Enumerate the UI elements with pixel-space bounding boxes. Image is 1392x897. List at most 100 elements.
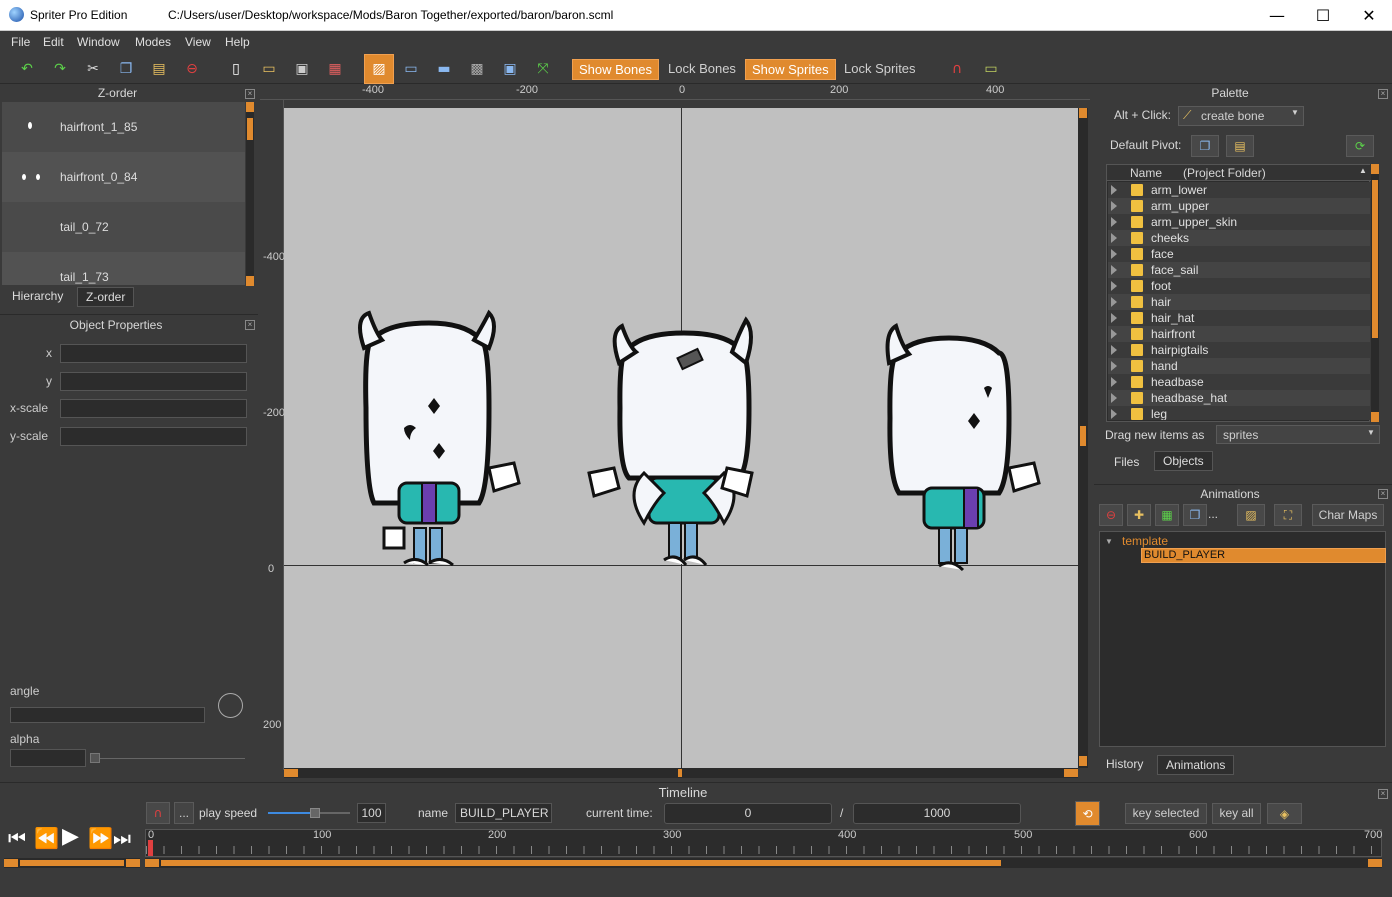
angle-dial-icon[interactable] xyxy=(218,693,243,718)
canvas-hscrollbar[interactable] xyxy=(284,768,1078,778)
menu-help[interactable]: Help xyxy=(225,35,250,49)
expand-arrow-icon[interactable] xyxy=(1111,233,1117,243)
animation-row-selected[interactable]: BUILD_PLAYER xyxy=(1141,548,1386,563)
show-bones-button[interactable]: Show Bones xyxy=(572,59,659,80)
folder-row[interactable]: headbase_hat xyxy=(1108,390,1370,406)
canvas-vscrollbar[interactable] xyxy=(1078,108,1088,768)
expand-arrow-icon[interactable] xyxy=(1111,249,1117,259)
folder-row[interactable]: hairpigtails xyxy=(1108,342,1370,358)
key-all-button[interactable]: key all xyxy=(1212,803,1261,824)
expand-arrow-icon[interactable] xyxy=(1111,409,1117,419)
x-field[interactable] xyxy=(60,344,247,363)
tab-animations[interactable]: Animations xyxy=(1157,755,1235,775)
current-time-field[interactable]: 0 xyxy=(664,803,832,824)
tab-objects[interactable]: Objects xyxy=(1154,451,1213,471)
expand-arrow-icon[interactable] xyxy=(1111,329,1117,339)
add-entity-icon[interactable]: ✚ xyxy=(1127,504,1151,526)
zorder-item[interactable]: hairfront_1_85 xyxy=(2,102,245,152)
playhead[interactable] xyxy=(148,840,153,856)
close-icon[interactable]: × xyxy=(245,320,255,330)
alpha-field[interactable] xyxy=(10,749,86,767)
alt-click-select[interactable]: create bone ⟋ ▼ xyxy=(1178,106,1304,126)
minimize-button[interactable]: — xyxy=(1254,0,1300,31)
save-icon[interactable]: ▣ xyxy=(290,57,314,81)
play-speed-handle[interactable] xyxy=(310,808,320,818)
last-frame-icon[interactable]: ⏭ xyxy=(113,826,131,850)
folder-row[interactable]: hair xyxy=(1108,294,1370,310)
show-sprites-button[interactable]: Show Sprites xyxy=(745,59,836,80)
menu-file[interactable]: File xyxy=(11,35,30,49)
menu-window[interactable]: Window xyxy=(77,35,120,49)
palette-scrollbar[interactable] xyxy=(1371,164,1379,422)
more-button[interactable]: ... xyxy=(1208,507,1218,521)
zorder-item[interactable]: hairfront_0_84 xyxy=(2,152,245,202)
play-icon[interactable]: ▶ xyxy=(62,824,79,849)
expand-arrow-icon[interactable] xyxy=(1111,281,1117,291)
expand-arrow-icon[interactable] xyxy=(1111,393,1117,403)
paste-icon[interactable]: ▤ xyxy=(147,57,171,81)
folder-row[interactable]: headbase xyxy=(1108,374,1370,390)
paste-pivot-icon[interactable]: ▤ xyxy=(1226,135,1254,157)
lock-sprites-button[interactable]: Lock Sprites xyxy=(838,59,922,78)
folder-row[interactable]: foot xyxy=(1108,278,1370,294)
drag-select[interactable]: sprites ▼ xyxy=(1216,425,1380,444)
next-frame-icon[interactable]: ⏩ xyxy=(88,826,113,850)
expand-arrow-icon[interactable] xyxy=(1111,297,1117,307)
tab-hierarchy[interactable]: Hierarchy xyxy=(4,287,71,305)
expand-down-icon[interactable]: ▼ xyxy=(1105,537,1113,546)
alpha-slider[interactable] xyxy=(90,758,245,759)
folder-image-icon[interactable]: ▭ xyxy=(979,57,1003,81)
lock-bones-button[interactable]: Lock Bones xyxy=(662,59,742,78)
folder-row[interactable]: hairfront xyxy=(1108,326,1370,342)
first-frame-icon[interactable]: ⏮ xyxy=(8,826,26,850)
open-folder-icon[interactable]: ▭ xyxy=(257,57,281,81)
export-icon[interactable]: ▦ xyxy=(323,57,347,81)
folder-row[interactable]: face xyxy=(1108,246,1370,262)
folder-row[interactable]: leg xyxy=(1108,406,1370,420)
add-animation-icon[interactable]: ▦ xyxy=(1155,504,1179,526)
window-icon[interactable]: ▭ xyxy=(399,57,423,81)
playback-scrollbar[interactable] xyxy=(4,858,140,868)
timeline-scrollbar[interactable] xyxy=(145,858,1382,868)
key-selected-button[interactable]: key selected xyxy=(1125,803,1207,824)
canvas-viewport[interactable] xyxy=(284,108,1078,768)
tab-files[interactable]: Files xyxy=(1106,453,1147,471)
folder-row[interactable]: hand xyxy=(1108,358,1370,374)
copy-pivot-icon[interactable]: ❐ xyxy=(1191,135,1219,157)
refresh-icon[interactable]: ⟳ xyxy=(1346,135,1374,157)
prev-frame-icon[interactable]: ⏪ xyxy=(34,826,59,850)
folder-row[interactable]: arm_upper xyxy=(1108,198,1370,214)
menu-modes[interactable]: Modes xyxy=(135,35,171,49)
entity-label[interactable]: template xyxy=(1122,534,1168,548)
play-speed-value[interactable]: 100 xyxy=(357,803,386,823)
loop-icon[interactable]: ⟲ xyxy=(1075,801,1100,826)
image-mode-icon[interactable]: ▨ xyxy=(364,54,394,84)
more-button[interactable]: ... xyxy=(174,802,194,824)
zorder-scrollbar[interactable] xyxy=(246,102,254,286)
expand-arrow-icon[interactable] xyxy=(1111,377,1117,387)
copy-icon[interactable]: ❐ xyxy=(114,57,138,81)
close-icon[interactable]: × xyxy=(1378,789,1388,799)
x-scale-field[interactable] xyxy=(60,399,247,418)
maximize-button[interactable]: ☐ xyxy=(1300,0,1346,31)
expand-arrow-icon[interactable] xyxy=(1111,185,1117,195)
character-sprites[interactable] xyxy=(284,108,1078,768)
sound-icon[interactable]: ◈ xyxy=(1267,803,1302,824)
undo-icon[interactable]: ↶ xyxy=(15,57,39,81)
expand-arrow-icon[interactable] xyxy=(1111,201,1117,211)
y-field[interactable] xyxy=(60,372,247,391)
delete-animation-icon[interactable]: ⊖ xyxy=(1099,504,1123,526)
y-scale-field[interactable] xyxy=(60,427,247,446)
angle-slider[interactable] xyxy=(10,707,205,723)
folder-row[interactable]: cheeks xyxy=(1108,230,1370,246)
tab-history[interactable]: History xyxy=(1098,755,1151,773)
screen-icon[interactable]: ▣ xyxy=(498,57,522,81)
animation-name-field[interactable]: BUILD_PLAYER xyxy=(455,803,552,823)
alpha-slider-handle[interactable] xyxy=(90,753,100,763)
magnet-icon[interactable]: ∩ xyxy=(945,57,969,81)
expand-arrow-icon[interactable] xyxy=(1111,217,1117,227)
expand-arrow-icon[interactable] xyxy=(1111,361,1117,371)
menu-view[interactable]: View xyxy=(185,35,211,49)
tab-zorder[interactable]: Z-order xyxy=(77,287,135,307)
close-icon[interactable]: × xyxy=(1378,89,1388,99)
